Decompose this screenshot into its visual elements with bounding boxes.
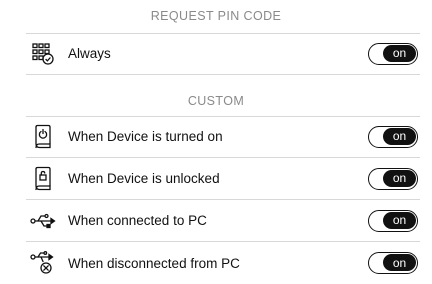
device-power-icon xyxy=(30,124,56,150)
row-label: Always xyxy=(68,46,111,61)
toggle-always[interactable]: on xyxy=(368,42,418,65)
toggle-state: on xyxy=(383,254,416,271)
row-label: When Device is unlocked xyxy=(68,171,220,186)
toggle-state: on xyxy=(383,44,416,62)
row-device-turned-on[interactable]: When Device is turned on on xyxy=(26,116,420,158)
section-header-custom: CUSTOM xyxy=(187,94,245,108)
row-connected-pc[interactable]: When connected to PC on xyxy=(26,200,420,242)
row-label: When Device is turned on xyxy=(68,129,223,144)
usb-icon xyxy=(30,208,56,234)
toggle-state: on xyxy=(383,127,416,145)
row-disconnected-pc[interactable]: When disconnected from PC on xyxy=(26,242,420,284)
toggle-connected-pc[interactable]: on xyxy=(368,209,418,232)
toggle-state: on xyxy=(383,169,416,187)
row-device-unlocked[interactable]: When Device is unlocked on xyxy=(26,158,420,200)
toggle-device-turned-on[interactable]: on xyxy=(368,125,418,148)
toggle-disconnected-pc[interactable]: on xyxy=(368,252,418,274)
toggle-device-unlocked[interactable]: on xyxy=(368,167,418,190)
section-header-request-pin: REQUEST PIN CODE xyxy=(150,9,282,23)
device-unlock-icon xyxy=(30,166,56,192)
usb-disconnect-icon xyxy=(30,250,56,276)
row-always[interactable]: Always on xyxy=(26,33,420,75)
row-label: When disconnected from PC xyxy=(68,255,240,271)
toggle-state: on xyxy=(383,211,416,229)
keypad-check-icon xyxy=(30,41,56,67)
row-label: When connected to PC xyxy=(68,213,207,228)
